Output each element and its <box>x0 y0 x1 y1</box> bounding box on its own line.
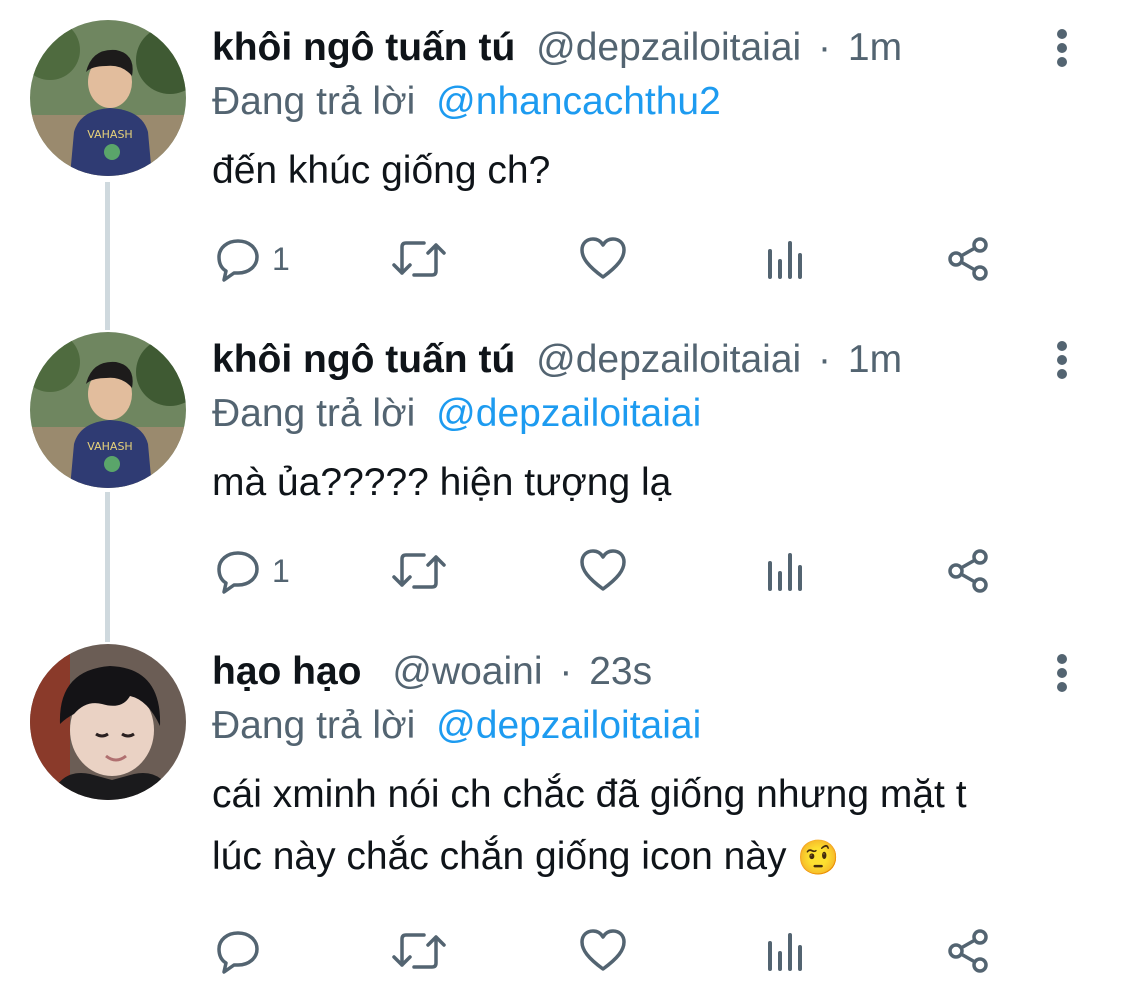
more-options-icon[interactable] <box>1048 325 1076 395</box>
more-options-icon[interactable] <box>1048 638 1076 708</box>
display-name[interactable]: khôi ngô tuấn tú <box>212 26 515 69</box>
mention-link[interactable]: @depzailoitaiai <box>436 392 701 435</box>
share-icon <box>944 547 992 595</box>
tweet-text: đến khúc giống ch? <box>212 140 550 202</box>
more-options-icon[interactable] <box>1048 13 1076 83</box>
tweet-header: khôi ngô tuấn tú @depzailoitaiai · 1m <box>212 24 902 72</box>
reply-icon <box>214 235 262 283</box>
mention-link[interactable]: @depzailoitaiai <box>436 704 701 747</box>
tweet-text: mà ủa????? hiện tượng lạ <box>212 452 671 514</box>
avatar[interactable]: VAHASH <box>30 332 186 488</box>
replying-to-label: Đang trả lời <box>212 392 416 435</box>
retweet-button[interactable] <box>390 546 448 596</box>
mention-link[interactable]: @nhancachthu2 <box>436 80 721 123</box>
reply-button[interactable]: 1 <box>214 546 290 596</box>
replying-to: Đang trả lời @depzailoitaiai <box>212 702 701 750</box>
tweet-text-line: đến khúc giống ch? <box>212 149 551 192</box>
replying-to: Đang trả lời @nhancachthu2 <box>212 78 721 126</box>
like-button[interactable] <box>578 546 628 596</box>
username-handle[interactable]: @depzailoitaiai <box>536 26 801 69</box>
tweet[interactable]: hạo hạo @woaini · 23s Đang trả lời @depz… <box>0 620 1125 991</box>
tweet-text-line: mà ủa????? hiện tượng lạ <box>212 461 672 504</box>
tweet-header: hạo hạo @woaini · 23s <box>212 648 652 696</box>
tweet-text-line: lúc này chắc chắn giống icon này 🤨 <box>212 826 967 889</box>
username-handle[interactable]: @depzailoitaiai <box>536 338 801 381</box>
reply-button[interactable]: 1 <box>214 234 290 284</box>
replying-to-label: Đang trả lời <box>212 704 416 747</box>
tweet-text-line-content: lúc này chắc chắn giống icon này <box>212 835 787 878</box>
replying-to: Đang trả lời @depzailoitaiai <box>212 390 701 438</box>
share-button[interactable] <box>944 546 992 596</box>
share-button[interactable] <box>944 234 992 284</box>
tweet-actions: 1 <box>212 234 1012 284</box>
tweet[interactable]: VAHASH khôi ngô tuấn tú @depzailoitaiai … <box>0 310 1125 620</box>
views-button[interactable] <box>764 234 808 284</box>
timestamp[interactable]: 1m <box>848 338 902 381</box>
tweet-actions: 1 <box>212 546 1012 596</box>
views-icon <box>764 235 808 283</box>
share-button[interactable] <box>944 926 992 976</box>
like-icon <box>578 927 628 975</box>
reply-icon <box>214 547 262 595</box>
tweet-header: khôi ngô tuấn tú @depzailoitaiai · 1m <box>212 336 902 384</box>
raised-eyebrow-emoji-icon: 🤨 <box>797 839 840 877</box>
display-name[interactable]: hạo hạo <box>212 650 362 693</box>
views-icon <box>764 927 808 975</box>
share-icon <box>944 927 992 975</box>
timestamp[interactable]: 1m <box>848 26 902 69</box>
views-icon <box>764 547 808 595</box>
reply-count: 1 <box>272 240 290 277</box>
timestamp[interactable]: 23s <box>589 650 652 693</box>
retweet-button[interactable] <box>390 234 448 284</box>
svg-text:VAHASH: VAHASH <box>87 128 132 141</box>
views-button[interactable] <box>764 546 808 596</box>
retweet-button[interactable] <box>390 926 448 976</box>
avatar[interactable]: VAHASH <box>30 20 186 176</box>
replying-to-label: Đang trả lời <box>212 80 416 123</box>
tweet-actions <box>212 926 1012 976</box>
tweet-text: cái xminh nói ch chắc đã giống nhưng mặt… <box>212 764 967 889</box>
display-name[interactable]: khôi ngô tuấn tú <box>212 338 515 381</box>
like-button[interactable] <box>578 234 628 284</box>
retweet-icon <box>390 235 448 283</box>
separator-dot: · <box>818 26 832 69</box>
separator-dot: · <box>559 650 573 693</box>
separator-dot: · <box>818 338 832 381</box>
share-icon <box>944 235 992 283</box>
reply-button[interactable] <box>214 926 272 976</box>
like-icon <box>578 547 628 595</box>
retweet-icon <box>390 547 448 595</box>
reply-icon <box>214 927 262 975</box>
like-icon <box>578 235 628 283</box>
like-button[interactable] <box>578 926 628 976</box>
views-button[interactable] <box>764 926 808 976</box>
tweet[interactable]: VAHASH khôi ngô tuấn tú @depzailoitaiai … <box>0 0 1125 310</box>
svg-text:VAHASH: VAHASH <box>87 440 132 453</box>
avatar[interactable] <box>30 644 186 800</box>
username-handle[interactable]: @woaini <box>392 650 542 693</box>
retweet-icon <box>390 927 448 975</box>
tweet-text-line: cái xminh nói ch chắc đã giống nhưng mặt… <box>212 773 967 816</box>
reply-count: 1 <box>272 552 290 589</box>
